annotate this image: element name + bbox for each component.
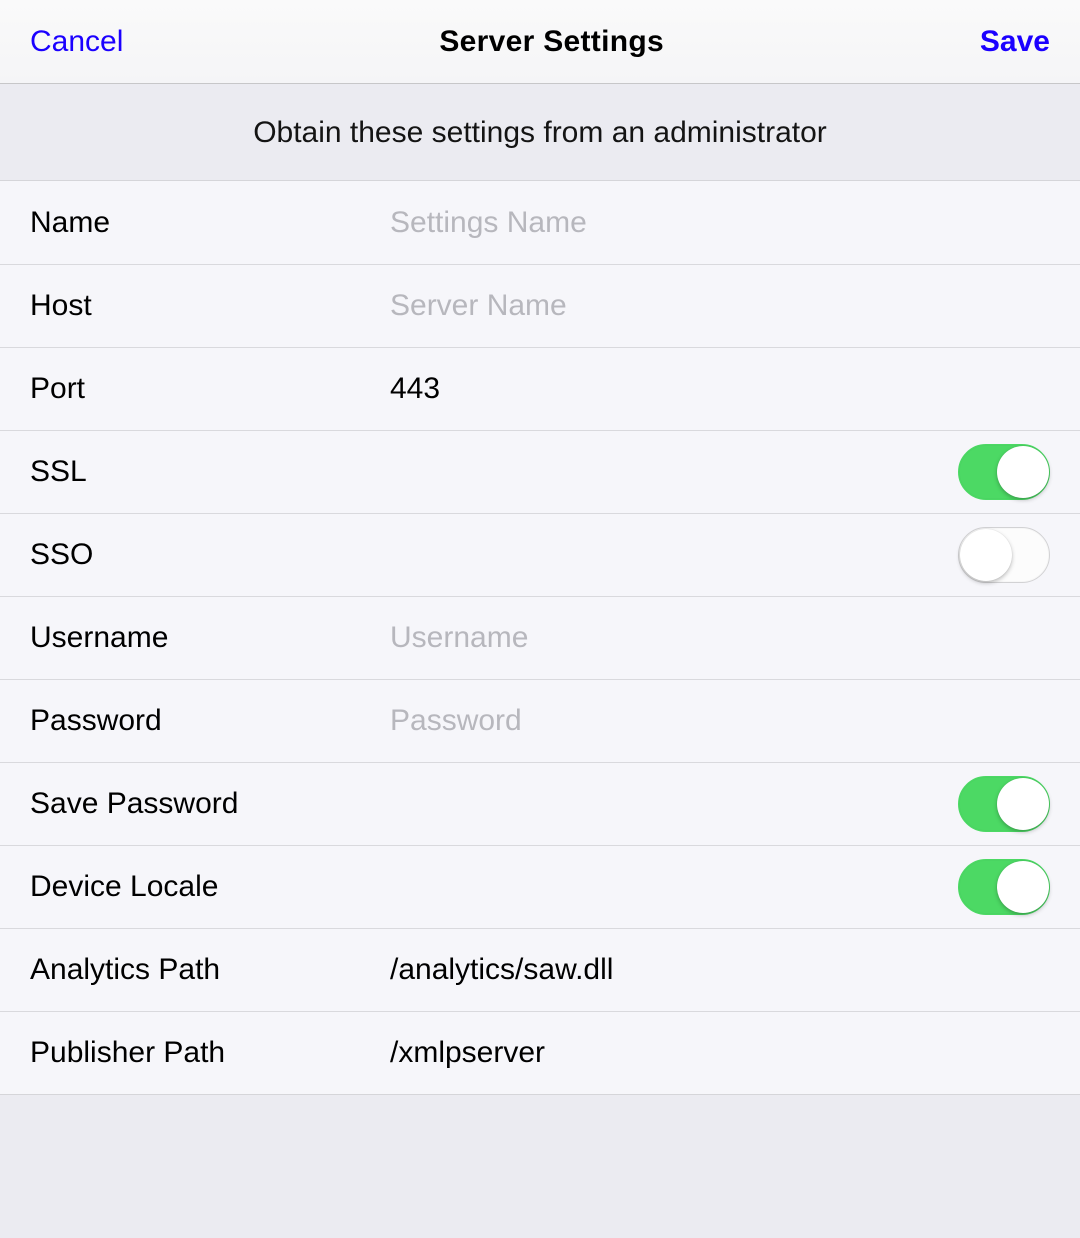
host-label: Host: [30, 289, 390, 323]
save-button[interactable]: Save: [980, 25, 1050, 59]
password-label: Password: [30, 704, 390, 738]
row-username: Username: [0, 596, 1080, 679]
row-save-password: Save Password: [0, 762, 1080, 845]
row-password: Password: [0, 679, 1080, 762]
host-input[interactable]: [390, 289, 1050, 323]
toggle-knob-icon: [997, 446, 1049, 498]
row-analytics-path: Analytics Path: [0, 928, 1080, 1011]
username-input[interactable]: [390, 621, 1050, 655]
publisher-path-input[interactable]: [390, 1036, 1050, 1070]
row-name: Name: [0, 181, 1080, 264]
page-title: Server Settings: [439, 25, 664, 59]
cancel-button[interactable]: Cancel: [30, 25, 123, 59]
row-ssl: SSL: [0, 430, 1080, 513]
row-sso: SSO: [0, 513, 1080, 596]
toggle-knob-icon: [997, 778, 1049, 830]
save-password-label: Save Password: [30, 787, 390, 821]
device-locale-label: Device Locale: [30, 870, 390, 904]
row-device-locale: Device Locale: [0, 845, 1080, 928]
row-publisher-path: Publisher Path: [0, 1011, 1080, 1094]
name-label: Name: [30, 206, 390, 240]
row-port: Port: [0, 347, 1080, 430]
device-locale-toggle[interactable]: [958, 859, 1050, 915]
toggle-knob-icon: [997, 861, 1049, 913]
settings-list: Name Host Port SSL SSO Username Password…: [0, 181, 1080, 1095]
name-input[interactable]: [390, 206, 1050, 240]
toggle-knob-icon: [960, 529, 1012, 581]
password-input[interactable]: [390, 704, 1050, 738]
section-header: Obtain these settings from an administra…: [0, 84, 1080, 181]
sso-label: SSO: [30, 538, 390, 572]
username-label: Username: [30, 621, 390, 655]
ssl-toggle[interactable]: [958, 444, 1050, 500]
analytics-path-label: Analytics Path: [30, 953, 390, 987]
port-input[interactable]: [390, 372, 1050, 406]
analytics-path-input[interactable]: [390, 953, 1050, 987]
publisher-path-label: Publisher Path: [30, 1036, 390, 1070]
port-label: Port: [30, 372, 390, 406]
ssl-label: SSL: [30, 455, 390, 489]
sso-toggle[interactable]: [958, 527, 1050, 583]
navbar: Cancel Server Settings Save: [0, 0, 1080, 84]
save-password-toggle[interactable]: [958, 776, 1050, 832]
row-host: Host: [0, 264, 1080, 347]
